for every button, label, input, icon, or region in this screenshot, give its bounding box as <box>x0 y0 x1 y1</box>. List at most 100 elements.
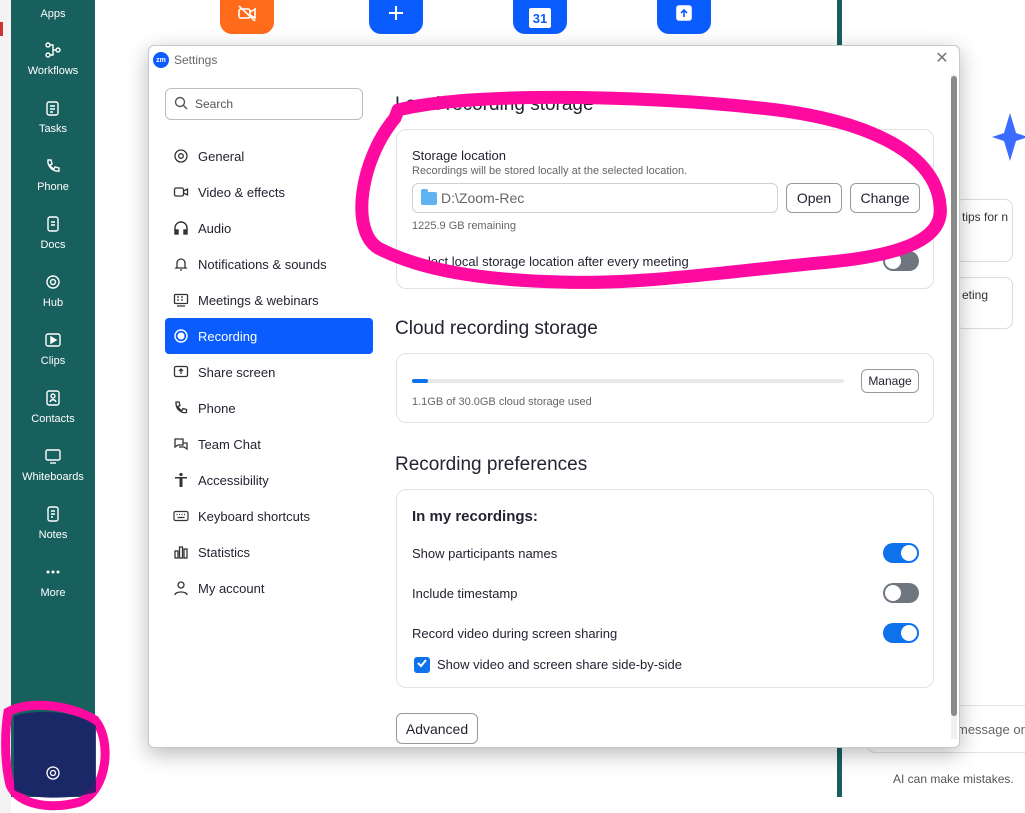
accessibility-icon <box>173 472 189 488</box>
scrollbar-thumb[interactable] <box>951 76 957 716</box>
calendar-icon: 31 <box>529 8 551 28</box>
record-video-toggle[interactable] <box>883 623 919 643</box>
cloud-storage-card: Manage 1.1GB of 30.0GB cloud storage use… <box>396 353 934 423</box>
nav-item-team-chat[interactable]: Team Chat <box>165 426 373 462</box>
nav-item-keyboard-shortcuts[interactable]: Keyboard shortcuts <box>165 498 373 534</box>
search-icon <box>174 96 195 113</box>
nav-item-meetings[interactable]: Meetings & webinars <box>165 282 373 318</box>
dialog-title: Settings <box>174 53 218 67</box>
advanced-button[interactable]: Advanced <box>396 713 478 744</box>
notes-icon <box>11 505 95 525</box>
bell-icon <box>173 256 189 272</box>
rail-item-docs[interactable]: Docs <box>11 215 95 251</box>
rail-label: Notes <box>38 529 68 541</box>
rail-label: Workflows <box>27 65 79 77</box>
video-icon <box>173 184 189 200</box>
sparkle-icon <box>992 113 1025 166</box>
open-button[interactable]: Open <box>786 183 842 213</box>
cloud-usage-fill <box>412 379 428 383</box>
close-icon: ✕ <box>935 50 949 67</box>
cloud-usage-text: 1.1GB of 30.0GB cloud storage used <box>412 396 592 408</box>
nav-label: Keyboard shortcuts <box>198 508 311 524</box>
workflows-icon <box>11 41 95 61</box>
rail-item-notes[interactable]: Notes <box>11 505 95 541</box>
rail-item-contacts[interactable]: Contacts <box>11 389 95 425</box>
docs-icon <box>11 215 95 235</box>
rail-item-tasks[interactable]: Tasks <box>11 99 95 135</box>
rail-label: Apps <box>40 8 66 20</box>
nav-item-video[interactable]: Video & effects <box>165 174 373 210</box>
rail-item-clips[interactable]: Clips <box>11 331 95 367</box>
gear-icon[interactable] <box>44 764 62 782</box>
tasks-icon <box>11 99 95 119</box>
phone-icon <box>173 400 189 416</box>
clips-icon <box>11 331 95 351</box>
rail-item-whiteboards[interactable]: Whiteboards <box>11 447 95 483</box>
nav-label: Accessibility <box>198 472 269 488</box>
cloud-storage-heading: Cloud recording storage <box>395 318 598 339</box>
select-each-meeting-toggle[interactable] <box>883 251 919 271</box>
settings-nav: Search General Video & effects Audio Not… <box>165 88 375 606</box>
nav-item-statistics[interactable]: Statistics <box>165 534 373 570</box>
rail-label: Clips <box>40 355 66 367</box>
close-button[interactable]: ✕ <box>933 50 951 68</box>
suggestion-text: eting <box>962 288 989 302</box>
gear-icon <box>173 148 189 164</box>
change-button[interactable]: Change <box>850 183 920 213</box>
tile-video-off[interactable] <box>220 0 274 34</box>
nav-item-phone[interactable]: Phone <box>165 390 373 426</box>
rail-label: Whiteboards <box>22 471 84 483</box>
nav-label: Audio <box>198 220 232 236</box>
suggestion-text: tips for n <box>962 210 1009 224</box>
nav-item-notifications[interactable]: Notifications & sounds <box>165 246 373 282</box>
rail-item-more[interactable]: More <box>11 563 95 599</box>
rail-item-workflows[interactable]: Workflows <box>11 41 95 77</box>
nav-label: General <box>198 148 245 164</box>
select-each-meeting-label: Select local storage location after ever… <box>412 254 689 269</box>
recording-settings: Local recording storage Storage location… <box>395 46 935 747</box>
nav-item-audio[interactable]: Audio <box>165 210 373 246</box>
rail-label: More <box>40 587 66 599</box>
search-input[interactable]: Search <box>165 88 363 120</box>
tile-share[interactable] <box>657 0 711 34</box>
tile-new[interactable] <box>369 0 423 34</box>
nav-item-my-account[interactable]: My account <box>165 570 373 606</box>
rail-item-phone[interactable]: Phone <box>11 157 95 193</box>
suggestion-card[interactable]: tips for n <box>955 199 1013 262</box>
local-storage-heading: Local recording storage <box>395 94 594 115</box>
plus-icon <box>386 3 406 28</box>
nav-item-share-screen[interactable]: Share screen <box>165 354 373 390</box>
video-off-icon <box>237 3 257 28</box>
timestamp-label: Include timestamp <box>412 586 518 601</box>
nav-label: My account <box>198 580 265 596</box>
meetings-icon <box>173 292 189 308</box>
recording-preferences-card: In my recordings: Show participants name… <box>396 489 934 688</box>
share-screen-icon <box>173 364 189 380</box>
suggestion-card[interactable]: eting <box>955 277 1013 329</box>
nav-label: Notifications & sounds <box>198 256 327 272</box>
nav-item-recording[interactable]: Recording <box>165 318 373 354</box>
nav-label: Statistics <box>198 544 251 560</box>
in-my-recordings-label: In my recordings: <box>412 508 538 525</box>
nav-item-accessibility[interactable]: Accessibility <box>165 462 373 498</box>
keyboard-icon <box>173 508 189 524</box>
rail-item-hub[interactable]: Hub <box>11 273 95 309</box>
manage-button[interactable]: Manage <box>861 369 919 393</box>
remaining-space: 1225.9 GB remaining <box>412 220 516 232</box>
show-names-toggle[interactable] <box>883 543 919 563</box>
side-by-side-checkbox[interactable] <box>414 657 430 673</box>
contacts-icon <box>11 389 95 409</box>
storage-location-desc: Recordings will be stored locally at the… <box>412 165 688 177</box>
side-by-side-label: Show video and screen share side-by-side <box>437 657 682 672</box>
storage-path-field[interactable]: D:\Zoom-Rec <box>412 183 778 213</box>
timestamp-toggle[interactable] <box>883 583 919 603</box>
phone-icon <box>11 157 95 177</box>
nav-item-general[interactable]: General <box>165 138 373 174</box>
tile-schedule[interactable]: 31 <box>513 0 567 34</box>
show-names-label: Show participants names <box>412 546 558 561</box>
storage-location-label: Storage location <box>412 148 506 163</box>
rail-item-apps[interactable]: Apps <box>11 8 95 20</box>
scrollbar[interactable] <box>951 74 957 739</box>
recording-preferences-heading: Recording preferences <box>395 454 588 475</box>
edge-marker <box>0 22 3 36</box>
